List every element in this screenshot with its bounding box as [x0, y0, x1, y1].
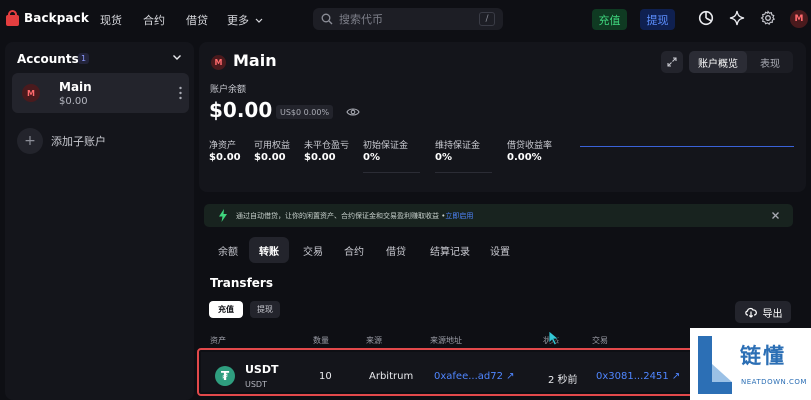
tab-settings[interactable]: 设置: [482, 237, 518, 263]
top-nav: Backpack 现货 合约 借贷 更多 / 充值 提现 M: [0, 0, 811, 38]
metric-value: 0.00%: [507, 152, 542, 163]
tab-performance[interactable]: 表现: [747, 51, 793, 73]
metric-value: 0%: [435, 152, 452, 163]
filter-deposits[interactable]: 充值: [209, 301, 243, 318]
watermark-logo: 链懂 NEATDOWN.COM: [690, 328, 811, 400]
accounts-count-badge: 1: [78, 53, 89, 64]
nav-more-label: 更多: [227, 14, 249, 27]
expand-icon: [667, 57, 677, 67]
auto-lend-banner: 通过自动借贷，让你的闲置资产、合约保证金和交易盈利赚取收益 •立即启用: [204, 204, 793, 227]
brand-logo[interactable]: Backpack: [6, 10, 89, 26]
transaction-link[interactable]: 0x3081...2451 ↗: [596, 371, 680, 382]
tab-trades[interactable]: 交易: [295, 237, 331, 263]
eye-icon[interactable]: [346, 106, 360, 118]
withdraw-button[interactable]: 提现: [640, 9, 675, 30]
tab-futures[interactable]: 合约: [336, 237, 372, 263]
banner-message: 通过自动借贷，让你的闲置资产、合约保证金和交易盈利赚取收益 •: [236, 212, 446, 220]
mouse-cursor-icon: [548, 330, 560, 346]
user-avatar[interactable]: M: [790, 10, 808, 28]
nav-spot[interactable]: 现货: [100, 12, 122, 28]
main-account-avatar: M: [211, 55, 226, 70]
metric-label: 借贷收益率: [507, 141, 553, 151]
watermark-url: NEATDOWN.COM: [741, 378, 807, 386]
metric-label: 未平仓盈亏: [304, 141, 350, 151]
chevron-down-icon[interactable]: [172, 52, 182, 62]
brand-name: Backpack: [24, 11, 89, 25]
tab-settlements[interactable]: 结算记录: [422, 237, 478, 263]
accounts-title: Accounts: [17, 52, 79, 66]
search-input[interactable]: [339, 12, 469, 26]
accounts-sidebar: Accounts 1 M Main $0.00 + 添加子账户: [5, 42, 194, 400]
balance-change-chip: US$0 0.00%: [276, 105, 334, 119]
export-label: 导出: [762, 308, 783, 320]
add-subaccount-label: 添加子账户: [51, 135, 106, 148]
account-overview-panel: M Main 账户概览 表现 账户余额 $0.00 US$0 0.00% 净资产…: [199, 42, 806, 192]
backpack-logo-icon: [6, 10, 19, 26]
quantity-cell: 10: [319, 371, 332, 382]
tab-balances[interactable]: 余额: [210, 237, 246, 263]
metric-label: 净资产: [209, 141, 237, 151]
lightning-icon: [219, 209, 227, 222]
table-row-content: ₮ USDT USDT 10 Arbitrum 0xafee...ad72 ↗ …: [201, 352, 691, 392]
more-options-icon[interactable]: [179, 86, 182, 100]
watermark-l-icon: [698, 336, 732, 394]
enable-link[interactable]: 立即启用: [445, 212, 473, 220]
tab-transfers[interactable]: 转账: [249, 237, 289, 263]
nav-more[interactable]: 更多: [227, 12, 263, 28]
tab-account-overview[interactable]: 账户概览: [689, 51, 747, 73]
balance-label: 账户余额: [210, 85, 247, 95]
account-name: Main: [59, 80, 92, 94]
metric-label: 可用权益: [254, 141, 291, 151]
nav-futures[interactable]: 合约: [143, 12, 165, 28]
deposit-button[interactable]: 充值: [592, 9, 627, 30]
export-button[interactable]: 导出: [735, 301, 791, 323]
close-icon[interactable]: [769, 209, 782, 222]
cloud-download-icon: [744, 307, 757, 318]
banner-text: 通过自动借贷，让你的闲置资产、合约保证金和交易盈利赚取收益 •立即启用: [236, 211, 473, 221]
time-cell: 2 秒前: [548, 375, 578, 386]
asset-name: USDT: [245, 363, 279, 376]
metric-label: 初始保证金: [363, 141, 409, 151]
column-header: 来源地址: [430, 336, 462, 345]
chevron-down-icon: [255, 18, 262, 23]
watermark-title: 链懂: [740, 344, 786, 368]
gear-icon[interactable]: [760, 10, 776, 26]
metric-value: 0%: [363, 152, 380, 163]
sparkle-icon[interactable]: [729, 10, 745, 26]
margin-bar: [363, 172, 420, 173]
source-cell: Arbitrum: [369, 371, 414, 382]
portfolio-pie-icon[interactable]: [698, 10, 714, 26]
metric-value: $0.00: [254, 152, 286, 163]
nav-lending[interactable]: 借贷: [186, 12, 208, 28]
search-shortcut-key: /: [479, 12, 495, 26]
column-header: 交易: [592, 336, 608, 345]
asset-symbol: USDT: [245, 380, 267, 389]
sidebar-item-main-account[interactable]: M Main $0.00: [12, 73, 189, 113]
expand-button[interactable]: [661, 51, 683, 73]
search-bar[interactable]: /: [313, 8, 503, 30]
section-title: Transfers: [210, 276, 273, 290]
column-header: 来源: [366, 336, 382, 345]
account-avatar: M: [22, 84, 40, 102]
metric-value: $0.00: [209, 152, 241, 163]
filter-withdrawals[interactable]: 提现: [250, 301, 280, 318]
column-header: 数量: [313, 336, 329, 345]
balance-value: $0.00: [209, 98, 273, 122]
page-title: Main: [233, 51, 277, 70]
plus-icon: +: [17, 128, 43, 154]
search-icon: [321, 13, 333, 25]
performance-sparkline: [580, 146, 794, 147]
column-header: 资产: [210, 336, 226, 345]
margin-bar: [435, 172, 492, 173]
add-subaccount-button[interactable]: + 添加子账户: [17, 128, 106, 154]
tab-lending[interactable]: 借贷: [378, 237, 414, 263]
view-switch: 账户概览 表现: [689, 51, 793, 73]
tether-icon: ₮: [215, 366, 235, 386]
source-address-link[interactable]: 0xafee...ad72 ↗: [434, 371, 515, 382]
account-balance: $0.00: [59, 96, 88, 107]
metric-label: 维持保证金: [435, 141, 481, 151]
metric-value: $0.00: [304, 152, 336, 163]
table-row[interactable]: ₮ USDT USDT 10 Arbitrum 0xafee...ad72 ↗ …: [197, 348, 695, 396]
